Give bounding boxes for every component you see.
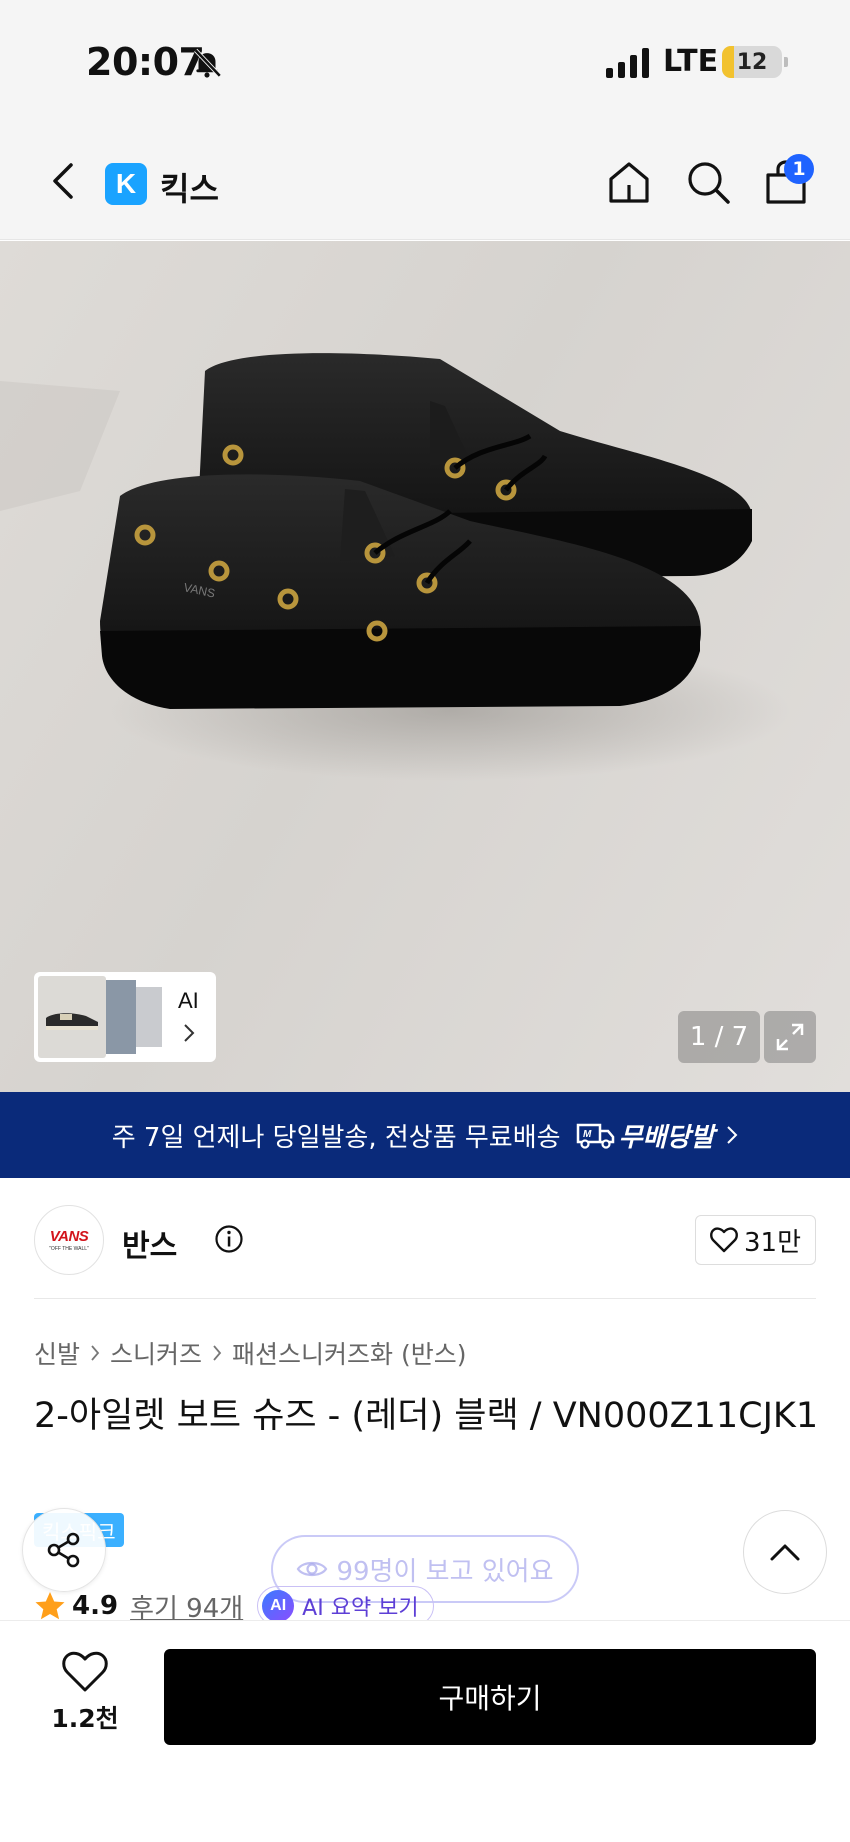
back-button[interactable] — [40, 156, 86, 206]
share-icon — [47, 1532, 80, 1568]
thumbnail-image[interactable] — [38, 976, 106, 1058]
free-shipping-badge-label: 무배당발 — [618, 1122, 715, 1153]
status-time: 20:07 — [86, 40, 205, 84]
thumbnail-image[interactable] — [136, 987, 162, 1047]
expand-icon — [776, 1023, 804, 1051]
top-nav: K 킥스 — [0, 120, 850, 240]
search-button[interactable] — [682, 156, 734, 208]
cart-count-badge: 1 — [784, 154, 814, 184]
ai-badge-icon: AI — [262, 1590, 295, 1622]
bell-off-icon — [194, 48, 222, 78]
thumbnail-shoe-image — [46, 1013, 98, 1030]
free-shipping-badge: M 무배당발 — [575, 1117, 715, 1154]
product-image: VANS — [0, 353, 790, 781]
chevron-right-icon — [90, 1344, 100, 1362]
brand-logo-subtext: "OFF THE WALL" — [49, 1246, 89, 1252]
battery-percent: 12 — [736, 49, 768, 75]
chevron-left-icon — [53, 163, 73, 199]
chevron-up-icon — [770, 1544, 800, 1561]
home-button[interactable] — [603, 156, 655, 208]
shipping-banner-text: 주 7일 언제나 당일발송, 전상품 무료배송 — [111, 1122, 561, 1153]
breadcrumb-item[interactable]: 신발 — [34, 1335, 80, 1371]
rating-value: 4.9 — [72, 1591, 119, 1621]
heart-icon — [710, 1227, 738, 1253]
chevron-right-icon — [212, 1344, 222, 1362]
product-image-gallery[interactable]: VANS AI 1 / 7 — [0, 241, 850, 1092]
shipping-banner[interactable]: 주 7일 언제나 당일발송, 전상품 무료배송 M 무배당발 — [0, 1092, 850, 1178]
thumbnail-image[interactable] — [106, 980, 136, 1054]
star-icon — [35, 1592, 65, 1620]
product-title: 2-아일렛 보트 슈즈 - (레더) 블랙 / VN000Z11CJK1 — [34, 1396, 819, 1436]
home-icon — [609, 162, 649, 203]
viewers-count-text: 99명이 보고 있어요 — [336, 1556, 554, 1587]
battery-tip — [784, 57, 788, 67]
svg-text:M: M — [583, 1129, 592, 1140]
image-page-counter: 1 / 7 — [678, 1011, 760, 1063]
share-button[interactable] — [22, 1508, 106, 1592]
brand-logo[interactable]: VANS "OFF THE WALL" — [34, 1205, 104, 1275]
breadcrumb-item[interactable]: 패션스니커즈화 (반스) — [232, 1335, 466, 1371]
ai-summary-label: AI 요약 보기 — [302, 1596, 419, 1621]
brand-like-count: 31만 — [743, 1227, 801, 1258]
battery-icon: 12 — [722, 46, 782, 78]
wishlist-count: 1.2천 — [51, 1704, 119, 1733]
brand-like-button[interactable]: 31만 — [694, 1215, 816, 1265]
status-bar: 20:07 LTE 12 — [0, 0, 850, 120]
fullscreen-button[interactable] — [764, 1011, 816, 1063]
store-name[interactable]: 킥스 — [160, 164, 219, 210]
chevron-right-icon — [184, 1024, 195, 1042]
search-icon — [688, 162, 730, 204]
rating-row: 4.9 후기 94개 AI AI 요약 보기 — [34, 1586, 434, 1626]
heart-icon — [62, 1651, 108, 1692]
scroll-to-top-button[interactable] — [743, 1510, 827, 1594]
kicks-logo[interactable]: K — [105, 163, 147, 205]
wishlist-button[interactable]: 1.2천 — [40, 1651, 130, 1761]
thumbnail-strip[interactable]: AI — [34, 972, 216, 1062]
breadcrumb-item[interactable]: 스니커즈 — [110, 1335, 202, 1371]
eye-icon — [297, 1561, 328, 1577]
signal-icon — [606, 48, 649, 78]
brand-row: VANS "OFF THE WALL" 반스 31만 — [34, 1203, 816, 1299]
info-icon[interactable] — [214, 1224, 244, 1254]
delivery-truck-icon: M — [576, 1123, 614, 1149]
reviews-link[interactable]: 후기 94개 — [130, 1588, 243, 1625]
ai-thumbnail-label[interactable]: AI — [178, 988, 199, 1014]
chevron-right-icon — [727, 1126, 738, 1144]
network-type: LTE — [663, 44, 719, 79]
brand-name[interactable]: 반스 — [122, 1221, 177, 1265]
buy-button[interactable]: 구매하기 — [164, 1649, 816, 1745]
brand-logo-text: VANS — [49, 1228, 89, 1245]
bottom-action-bar: 1.2천 구매하기 — [0, 1620, 850, 1842]
breadcrumb: 신발 스니커즈 패션스니커즈화 (반스) — [34, 1335, 467, 1371]
